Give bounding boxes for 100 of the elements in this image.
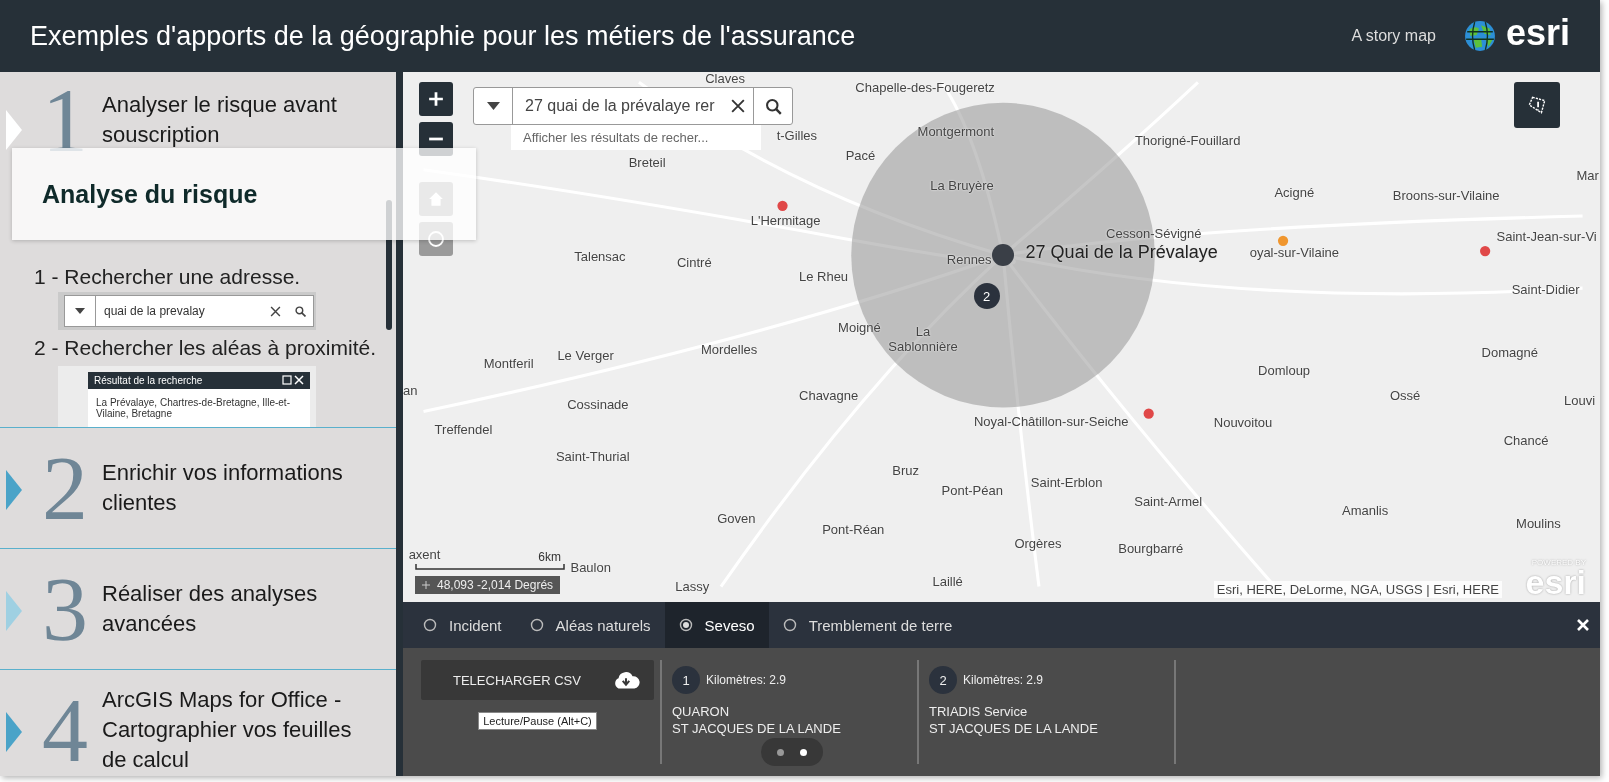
section-number: 1 <box>42 74 89 166</box>
place-label: Le Verger <box>557 347 614 363</box>
radio-icon <box>782 618 797 632</box>
place-label: Saint-Jean-sur-Vi <box>1496 228 1597 244</box>
plus-icon <box>428 91 444 107</box>
place-label: Chancé <box>1503 432 1549 448</box>
place-label: Broons-sur-Vilaine <box>1392 188 1500 203</box>
result-number: 1 <box>672 666 700 694</box>
zoom-in-button[interactable] <box>419 82 453 116</box>
place-label: Lassy <box>675 578 710 594</box>
place-label: Montgermont <box>917 123 995 139</box>
place-label: Cossinade <box>567 396 629 412</box>
radio-icon <box>678 618 693 632</box>
place-label: Goven <box>717 510 756 526</box>
result-distance: Kilomètres: 2.9 <box>706 673 787 687</box>
place-label: Mar <box>1576 167 1599 183</box>
address-label: 27 Quai de la Prévalaye <box>1025 241 1218 263</box>
section-arrow-icon <box>6 591 22 631</box>
close-icon[interactable] <box>1576 618 1590 632</box>
map-attribution: Esri, HERE, DeLorme, NGA, USGS | Esri, HERE <box>1213 581 1502 598</box>
window-controls-icon <box>282 375 304 386</box>
alert-button[interactable] <box>1514 82 1560 128</box>
coordinates-icon <box>421 580 431 590</box>
search-suggestion[interactable]: Afficher les résultats de recher... <box>511 125 761 150</box>
result-marker[interactable]: 2 <box>973 283 1000 310</box>
search-icon[interactable] <box>764 97 782 115</box>
place-label: Domloup <box>1258 362 1311 378</box>
layer-tab[interactable]: Incident <box>409 602 516 648</box>
coordinates-text: 48,093 -2,014 Degrés <box>437 578 554 592</box>
result-name: TRIADIS Service <box>929 704 1029 721</box>
alert-icon <box>1526 94 1548 116</box>
place-label: Louvi <box>1563 392 1595 408</box>
place-label: Rennes <box>946 251 992 267</box>
place-label: Le Rheu <box>798 268 849 284</box>
esri-logo-text: esri <box>1505 15 1570 51</box>
layer-tab[interactable]: Aléas naturels <box>515 602 665 648</box>
pager-dot[interactable] <box>800 748 807 756</box>
place-label: Claves <box>705 72 745 86</box>
caret-icon <box>486 102 500 110</box>
place-label: La <box>915 323 931 339</box>
section-number: 3 <box>42 563 89 655</box>
place-label: La Bruyère <box>930 177 994 193</box>
place-label: Bruz <box>892 462 919 478</box>
search-icon <box>295 305 306 317</box>
result-name: QUARON <box>672 704 731 721</box>
step-text: 1 - Rechercher une adresse. <box>34 264 302 290</box>
section-arrow-icon <box>6 470 22 510</box>
place-label: Saint-Erblon <box>1030 474 1103 490</box>
place-label: Amanlis <box>1342 502 1389 518</box>
address-marker[interactable] <box>992 244 1015 267</box>
place-label: Montferil <box>483 355 534 371</box>
result-city: ST JACQUES DE LA LANDE <box>672 720 842 738</box>
place-label: an <box>403 382 418 398</box>
close-icon <box>270 305 281 317</box>
place-label: Pacé <box>845 147 876 163</box>
story-title: Exemples d'apports de la géographie pour les métiers de l'assurance <box>30 20 856 52</box>
place-label: t-Gilles <box>776 127 818 143</box>
scale-label: 6km <box>538 550 561 564</box>
section-arrow-icon <box>6 110 22 150</box>
section-title: Enrichir vos informations clientes <box>102 459 344 517</box>
card-title: Analyse du risque <box>42 179 258 209</box>
hazard-point[interactable] <box>1480 245 1491 257</box>
radio-icon <box>423 618 437 632</box>
place-label: Cintré <box>676 254 712 270</box>
place-label: Cesson-Sévigné <box>1106 225 1202 241</box>
place-label: Noyal-Châtillon-sur-Seiche <box>973 413 1129 429</box>
popup-title: Résultat de la recherche <box>94 374 203 386</box>
result-number: 2 <box>929 666 957 694</box>
hazard-point[interactable] <box>1143 408 1154 419</box>
hazard-point[interactable] <box>777 200 788 211</box>
place-label: Mordelles <box>701 341 758 357</box>
place-label: Treffendel <box>434 421 493 437</box>
download-csv-button[interactable]: TELECHARGER CSV <box>421 660 654 700</box>
place-label: Orgères <box>1014 535 1062 551</box>
place-label: L'Hermitage <box>750 212 821 228</box>
popup-text: La Prévalaye, Chartres-de-Bretagne, Ille-et-Vilaine, Bretagne <box>95 395 291 421</box>
place-label: oyal-sur-Vilaine <box>1249 244 1339 260</box>
search-field[interactable]: 27 quai de la prévalaye rer <box>473 87 793 125</box>
place-label: Saint-Armel <box>1134 493 1203 509</box>
search-text: quai de la prevalay <box>103 304 206 319</box>
section-title: ArcGIS Maps for Office - Cartographier vos feuilles de calcul <box>102 686 353 774</box>
layer-tab[interactable]: Seveso <box>664 602 769 648</box>
section-title: Analyser le risque avant souscription <box>102 91 338 149</box>
section-arrow-icon <box>6 712 22 752</box>
pager-dot[interactable] <box>777 748 784 756</box>
place-label: Talensac <box>574 248 626 264</box>
result-city: ST JACQUES DE LA LANDE <box>929 720 1099 738</box>
place-label: Saint-Thurial <box>555 448 630 464</box>
place-label: Chapelle-des-Fougeretz <box>855 79 995 95</box>
place-label: Moigné <box>838 319 881 335</box>
section-number: 2 <box>42 442 89 534</box>
layer-tab[interactable]: Tremblement de terre <box>768 602 967 648</box>
place-label: Bourgbarré <box>1118 541 1184 556</box>
place-label: Ossé <box>1389 387 1421 403</box>
place-label: Domagné <box>1481 344 1538 360</box>
place-label: Sablonnière <box>888 338 958 354</box>
place-label: Laillé <box>932 573 963 589</box>
radio-icon <box>529 618 544 632</box>
place-label: Nouvoitou <box>1213 414 1273 430</box>
clear-icon[interactable] <box>731 99 745 113</box>
